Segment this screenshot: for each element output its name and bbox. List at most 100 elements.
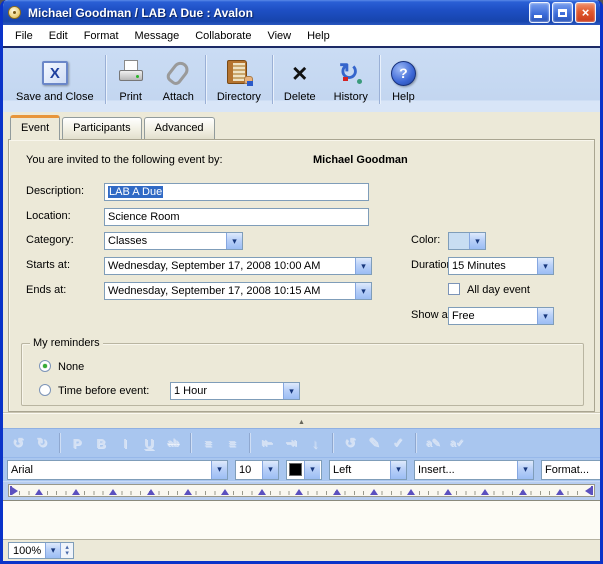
chevron-down-icon[interactable]: ▾ bbox=[517, 461, 533, 479]
revert-format-icon[interactable]: ↺ bbox=[343, 435, 357, 451]
ruler-tab-marker[interactable] bbox=[444, 489, 452, 495]
underline-icon[interactable]: U bbox=[142, 436, 156, 451]
delete-button[interactable]: × Delete bbox=[275, 51, 325, 112]
ends-at-select[interactable]: Wednesday, September 17, 2008 10:15 AM ▾ bbox=[104, 282, 372, 300]
right-margin-marker[interactable] bbox=[583, 485, 593, 496]
description-input[interactable]: LAB A Due bbox=[104, 183, 369, 201]
insert-below-icon[interactable]: ↓ bbox=[308, 436, 322, 451]
ruler-tab-marker[interactable] bbox=[481, 489, 489, 495]
splitter-handle[interactable]: ▲ bbox=[3, 412, 600, 428]
chevron-down-icon[interactable]: ▾ bbox=[211, 461, 227, 479]
main-toolbar: X Save and Close Print Attach Directory … bbox=[3, 46, 600, 112]
ruler-tab-marker[interactable] bbox=[147, 489, 155, 495]
maximize-button[interactable] bbox=[552, 2, 573, 23]
minimize-button[interactable] bbox=[529, 2, 550, 23]
outdent-icon[interactable]: ⇤ bbox=[260, 435, 274, 451]
chevron-down-icon[interactable]: ▾ bbox=[283, 383, 299, 399]
bold-icon[interactable]: B bbox=[94, 436, 108, 451]
pencil-icon[interactable]: ✎ bbox=[367, 435, 381, 451]
ruler-tab-marker[interactable] bbox=[407, 489, 415, 495]
chevron-down-icon[interactable]: ▾ bbox=[355, 258, 371, 274]
print-icon bbox=[117, 60, 145, 86]
text-color-select[interactable]: ▾ bbox=[286, 460, 322, 480]
ruler-tab-marker[interactable] bbox=[109, 489, 117, 495]
autocorrect-icon[interactable]: a✎ bbox=[426, 438, 440, 449]
approve-icon[interactable]: ✓ bbox=[391, 435, 405, 451]
redo-icon[interactable]: ↻ bbox=[35, 435, 49, 451]
color-select[interactable]: ▾ bbox=[448, 232, 486, 250]
chevron-down-icon[interactable]: ▾ bbox=[262, 461, 278, 479]
menu-format[interactable]: Format bbox=[76, 27, 127, 45]
menu-help[interactable]: Help bbox=[299, 27, 338, 45]
duration-select[interactable]: 15 Minutes ▾ bbox=[448, 257, 554, 275]
help-button[interactable]: ? Help bbox=[382, 51, 425, 112]
ruler-tab-marker[interactable] bbox=[184, 489, 192, 495]
person-icon bbox=[299, 150, 309, 163]
history-button[interactable]: ↻ History bbox=[325, 51, 377, 112]
font-family-select[interactable]: Arial ▾ bbox=[7, 460, 228, 480]
chevron-down-icon[interactable]: ▾ bbox=[469, 233, 485, 249]
chevron-down-icon[interactable]: ▾ bbox=[45, 543, 60, 558]
ruler-tab-marker[interactable] bbox=[295, 489, 303, 495]
tab-event[interactable]: Event bbox=[10, 115, 60, 140]
spinner-down-icon[interactable]: ▾ bbox=[65, 551, 69, 557]
message-body[interactable] bbox=[3, 500, 600, 539]
reminder-none-radio[interactable] bbox=[39, 360, 51, 372]
bullet-list-icon[interactable]: ≡ bbox=[201, 436, 215, 451]
chevron-down-icon[interactable]: ▾ bbox=[537, 258, 553, 274]
menu-view[interactable]: View bbox=[259, 27, 299, 45]
print-button[interactable]: Print bbox=[108, 51, 154, 112]
chevron-down-icon[interactable]: ▾ bbox=[537, 308, 553, 324]
chevron-down-icon[interactable]: ▾ bbox=[390, 461, 406, 479]
undo-icon[interactable]: ↺ bbox=[11, 435, 25, 451]
ruler-tab-marker[interactable] bbox=[370, 489, 378, 495]
category-select[interactable]: Classes ▾ bbox=[104, 232, 243, 250]
numbered-list-icon[interactable]: ≡ bbox=[225, 436, 239, 451]
zoom-control[interactable]: 100% ▾ ▴▾ bbox=[8, 542, 74, 559]
font-size-select[interactable]: 10 ▾ bbox=[235, 460, 279, 480]
ruler-tab-marker[interactable] bbox=[35, 489, 43, 495]
starts-at-select[interactable]: Wednesday, September 17, 2008 10:00 AM ▾ bbox=[104, 257, 372, 275]
italic-icon[interactable]: I bbox=[118, 436, 132, 451]
left-margin-marker[interactable] bbox=[10, 485, 20, 496]
all-day-checkbox[interactable] bbox=[448, 283, 460, 295]
close-button[interactable]: × bbox=[575, 2, 596, 23]
show-as-select[interactable]: Free ▾ bbox=[448, 307, 554, 325]
color-swatch bbox=[449, 233, 469, 249]
chevron-down-icon[interactable]: ▾ bbox=[355, 283, 371, 299]
reminder-time-select[interactable]: 1 Hour ▾ bbox=[170, 382, 300, 400]
zoom-spinner[interactable]: ▴▾ bbox=[60, 543, 73, 558]
menu-message[interactable]: Message bbox=[127, 27, 188, 45]
chevron-down-icon[interactable]: ▾ bbox=[226, 233, 242, 249]
text-color-swatch bbox=[289, 463, 302, 476]
collapse-triangle-icon[interactable]: ▲ bbox=[298, 419, 305, 426]
starts-at-label: Starts at: bbox=[26, 259, 70, 271]
ruler-tab-marker[interactable] bbox=[333, 489, 341, 495]
ruler-tab-marker[interactable] bbox=[556, 489, 564, 495]
ruler-tab-marker[interactable] bbox=[72, 489, 80, 495]
chevron-down-icon[interactable]: ▾ bbox=[304, 461, 320, 479]
strikethrough-icon[interactable]: ab bbox=[166, 438, 180, 449]
ruler-tab-marker[interactable] bbox=[258, 489, 266, 495]
save-and-close-button[interactable]: X Save and Close bbox=[7, 51, 103, 112]
ruler-tab-marker[interactable] bbox=[519, 489, 527, 495]
ruler-tab-marker[interactable] bbox=[221, 489, 229, 495]
spellcheck-icon[interactable]: a✓ bbox=[450, 438, 464, 449]
insert-select[interactable]: Insert... ▾ bbox=[414, 460, 534, 480]
reminder-time-radio[interactable] bbox=[39, 384, 51, 396]
ruler-strip[interactable] bbox=[8, 484, 595, 497]
menu-file[interactable]: File bbox=[7, 27, 41, 45]
tab-participants[interactable]: Participants bbox=[62, 117, 141, 139]
paragraph-icon[interactable]: P bbox=[70, 436, 84, 451]
directory-button[interactable]: Directory bbox=[208, 51, 270, 112]
attach-button[interactable]: Attach bbox=[154, 51, 203, 112]
location-input[interactable]: Science Room bbox=[104, 208, 369, 226]
menu-collaborate[interactable]: Collaborate bbox=[187, 27, 259, 45]
menu-edit[interactable]: Edit bbox=[41, 27, 76, 45]
tab-advanced[interactable]: Advanced bbox=[144, 117, 215, 139]
format-select[interactable]: Format... ▾ bbox=[541, 460, 600, 480]
close-icon: × bbox=[582, 5, 590, 20]
indent-icon[interactable]: ⇥ bbox=[284, 435, 298, 451]
app-window: Michael Goodman / LAB A Due : Avalon × F… bbox=[0, 0, 603, 564]
alignment-select[interactable]: Left ▾ bbox=[329, 460, 407, 480]
